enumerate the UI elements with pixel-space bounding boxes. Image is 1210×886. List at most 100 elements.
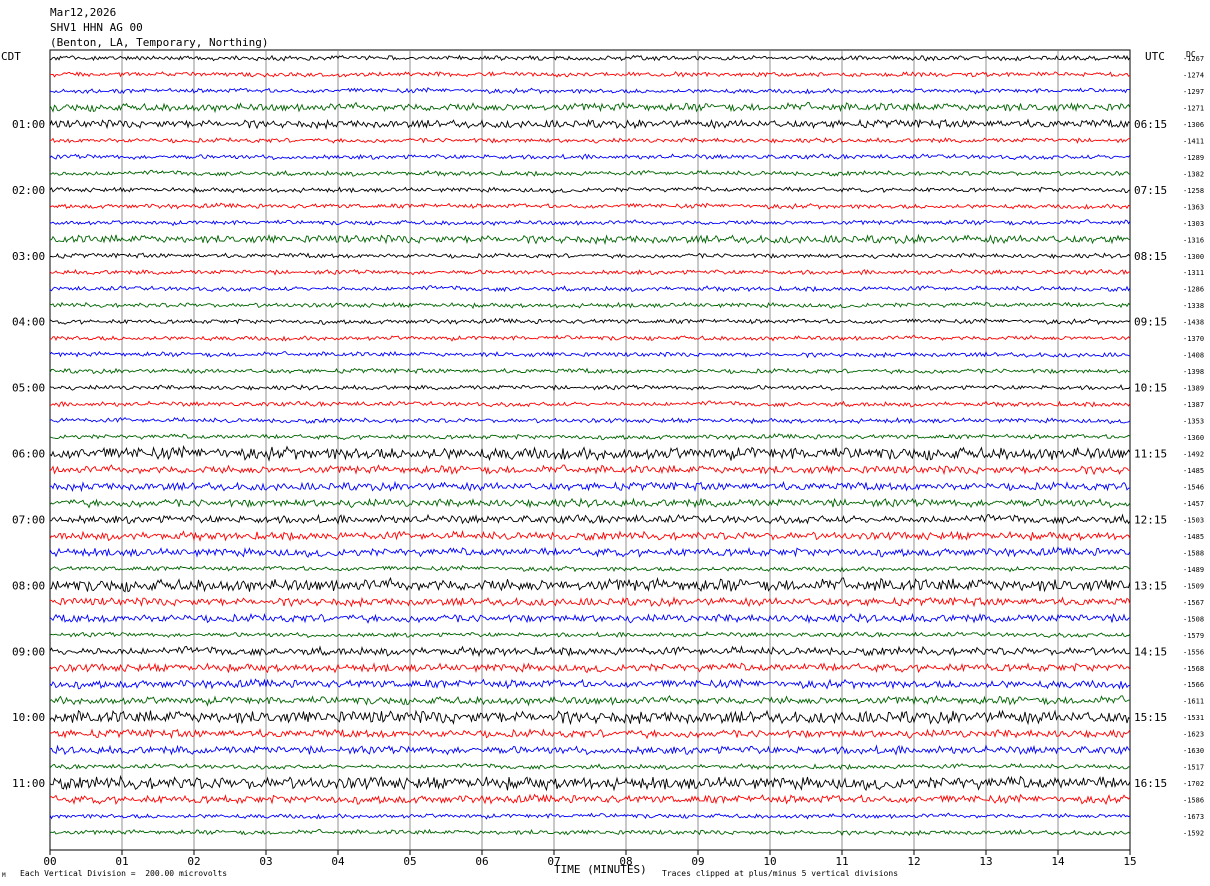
trace-line — [49, 662, 1131, 674]
right-timezone-label: UTC — [1145, 50, 1165, 63]
station-label: SHV1 HHN AG 00 — [50, 21, 143, 34]
right-time-label: 12:15 — [1134, 513, 1167, 526]
trace-line — [49, 744, 1131, 756]
trace-line — [49, 350, 1131, 359]
trace-line — [49, 612, 1131, 624]
trace-line — [49, 695, 1131, 707]
trace-line — [49, 301, 1131, 310]
trace-line — [49, 793, 1131, 806]
left-time-label: 11:00 — [12, 777, 45, 790]
x-tick-label: 09 — [691, 855, 704, 868]
trace-line — [49, 367, 1131, 375]
right-time-label: 11:15 — [1134, 448, 1167, 461]
trace-line — [50, 596, 1131, 608]
dc-value-label: -1387 — [1183, 401, 1204, 409]
left-time-label: 10:00 — [12, 711, 45, 724]
dc-value-label: -1588 — [1183, 549, 1204, 557]
dc-value-label: -1579 — [1183, 632, 1204, 640]
dc-value-label: -1485 — [1183, 533, 1204, 541]
left-time-label: 01:00 — [12, 118, 45, 131]
trace-line — [49, 87, 1131, 95]
dc-value-label: -1271 — [1183, 104, 1204, 112]
dc-value-label: -1556 — [1183, 648, 1204, 656]
right-time-label: 16:15 — [1134, 777, 1167, 790]
dc-value-label: -1566 — [1183, 681, 1204, 689]
dc-value-label: -1592 — [1183, 830, 1204, 838]
trace-line — [49, 728, 1131, 740]
trace-line — [49, 400, 1131, 408]
dc-value-label: -1623 — [1183, 731, 1204, 739]
dc-value-label: -1586 — [1183, 797, 1204, 805]
right-time-label: 15:15 — [1134, 711, 1167, 724]
x-tick-label: 03 — [259, 855, 272, 868]
dc-value-label: -1382 — [1183, 170, 1204, 178]
left-time-label: 02:00 — [12, 184, 45, 197]
x-tick-label: 12 — [907, 855, 920, 868]
trace-line — [49, 631, 1131, 639]
dc-value-label: -1353 — [1183, 418, 1204, 426]
x-tick-label: 06 — [475, 855, 488, 868]
trace-line — [49, 118, 1131, 130]
trace-line — [49, 153, 1131, 161]
date-label: Mar12,2026 — [50, 6, 117, 19]
dc-value-label: -1286 — [1183, 286, 1204, 294]
dc-value-label: -1363 — [1183, 203, 1204, 211]
seismogram-plot: 00 01 02 03 04 05 06 07 08 09 10 11 12 13 14 15-1267-12… — [12, 49, 1204, 868]
dc-value-label: -1503 — [1183, 516, 1204, 524]
x-tick-label: 14 — [1051, 855, 1065, 868]
x-tick-label: 05 — [403, 855, 416, 868]
dc-value-label: -1492 — [1183, 451, 1204, 459]
trace-line — [49, 433, 1131, 441]
right-time-label: 06:15 — [1134, 118, 1167, 131]
trace-line — [49, 645, 1131, 658]
trace-line — [49, 233, 1131, 246]
dc-value-label: -1531 — [1183, 714, 1204, 722]
dc-value-label: -1300 — [1183, 253, 1204, 261]
trace-line — [49, 445, 1131, 462]
trace-line — [49, 252, 1131, 260]
dc-value-label: -1297 — [1183, 88, 1204, 96]
dc-value-label: -1306 — [1183, 121, 1204, 129]
trace-line — [49, 186, 1131, 194]
dc-value-label: -1389 — [1183, 385, 1204, 393]
dc-value-label: -1311 — [1183, 269, 1204, 277]
x-tick-label: 00 — [43, 855, 56, 868]
trace-line — [49, 497, 1131, 509]
trace-line — [49, 480, 1131, 493]
dc-value-label: -1702 — [1183, 780, 1204, 788]
dc-value-label: -1546 — [1183, 483, 1204, 491]
dc-value-label: -1370 — [1183, 335, 1204, 343]
dc-value-label: -1485 — [1183, 467, 1204, 475]
dc-value-label: -1489 — [1183, 566, 1204, 574]
dc-header-label: DC — [1186, 50, 1196, 59]
trace-line — [49, 546, 1131, 558]
left-time-label: 05:00 — [12, 382, 45, 395]
dc-value-label: -1508 — [1183, 615, 1204, 623]
right-time-label: 07:15 — [1134, 184, 1167, 197]
trace-line — [49, 576, 1131, 593]
dc-value-label: -1457 — [1183, 500, 1204, 508]
x-tick-label: 01 — [115, 855, 128, 868]
right-time-label: 08:15 — [1134, 250, 1167, 263]
x-tick-label: 10 — [763, 855, 776, 868]
trace-line — [49, 317, 1131, 326]
trace-line — [49, 334, 1131, 342]
trace-line — [49, 285, 1131, 293]
trace-line — [49, 812, 1131, 820]
trace-line — [49, 54, 1131, 62]
x-tick-label: 11 — [835, 855, 848, 868]
trace-line — [49, 774, 1131, 792]
location-label: (Benton, LA, Temporary, Northing) — [50, 36, 269, 49]
dc-value-label: -1630 — [1183, 747, 1204, 755]
left-time-label: 06:00 — [12, 448, 45, 461]
trace-line — [49, 529, 1131, 542]
left-time-label: 08:00 — [12, 579, 45, 592]
left-timezone-label: CDT — [1, 50, 21, 63]
dc-value-label: -1398 — [1183, 368, 1204, 376]
dc-value-label: -1360 — [1183, 434, 1204, 442]
x-tick-label: 04 — [331, 855, 345, 868]
dc-value-label: -1303 — [1183, 220, 1204, 228]
dc-value-label: -1411 — [1183, 137, 1204, 145]
left-time-label: 09:00 — [12, 645, 45, 658]
trace-line — [49, 513, 1131, 526]
